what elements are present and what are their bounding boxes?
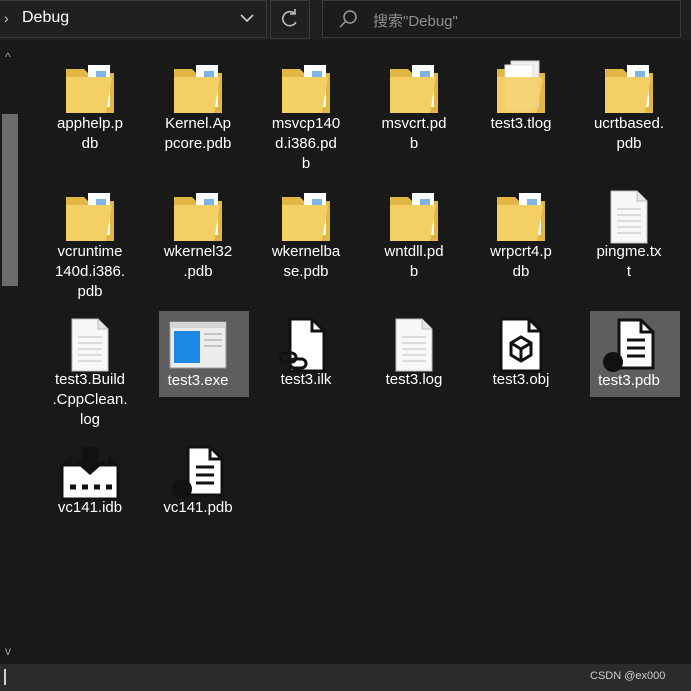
idb-file-icon	[60, 443, 120, 503]
file-item[interactable]: test3.obj	[476, 310, 566, 430]
file-item[interactable]: test3.Build .CppClean. log	[45, 310, 135, 430]
refresh-icon	[282, 9, 297, 27]
obj-file-icon	[491, 315, 551, 375]
file-item[interactable]: apphelp.p db	[45, 54, 135, 174]
status-bar: CSDN @ex000	[0, 664, 691, 691]
file-item[interactable]: vc141.idb	[45, 438, 135, 558]
folder-icon	[491, 187, 551, 247]
file-item[interactable]: vc141.pdb	[153, 438, 243, 558]
file-name: vc141.pdb	[163, 499, 233, 516]
scroll-down-arrow-icon[interactable]: v	[5, 644, 11, 658]
file-name: test3.pdb	[598, 372, 660, 389]
file-name: wkernel32 .pdb	[163, 243, 233, 280]
file-name: wntdll.pd b	[384, 243, 444, 280]
file-name: msvcp140 d.i386.pd b	[271, 115, 341, 172]
file-item[interactable]: msvcp140 d.i386.pd b	[261, 54, 351, 174]
file-item[interactable]: Kernel.Ap pcore.pdb	[153, 54, 243, 174]
file-item[interactable]: ucrtbased. pdb	[584, 54, 674, 174]
file-name: ucrtbased. pdb	[593, 115, 665, 152]
file-item[interactable]: test3.exe	[159, 311, 249, 397]
folder-icon	[384, 187, 444, 247]
scroll-thumb[interactable]	[2, 114, 18, 286]
scroll-up-arrow-icon[interactable]: ^	[5, 50, 11, 64]
file-name: msvcrt.pd b	[381, 115, 447, 152]
file-name: pingme.tx t	[596, 243, 662, 280]
file-item[interactable]: wrpcrt4.p db	[476, 182, 566, 302]
vertical-scrollbar[interactable]: ^ v	[0, 44, 20, 664]
file-item[interactable]: wntdll.pd b	[369, 182, 459, 302]
file-item[interactable]: test3.pdb	[590, 311, 680, 397]
watermark-text: CSDN @ex000	[590, 670, 666, 682]
top-toolbar: › Debug 搜索"Debug"	[0, 0, 691, 40]
file-item[interactable]: vcruntime 140d.i386. pdb	[45, 182, 135, 302]
address-path[interactable]: Debug	[22, 9, 69, 27]
pdb-file-icon	[599, 316, 659, 376]
text-file-icon	[599, 187, 659, 247]
file-name: vcruntime 140d.i386. pdb	[54, 243, 126, 300]
file-item[interactable]: test3.ilk	[261, 310, 351, 430]
text-file-icon	[60, 315, 120, 375]
exe-file-icon	[168, 316, 228, 376]
file-item[interactable]: pingme.tx t	[584, 182, 674, 302]
file-name: wrpcrt4.p db	[490, 243, 552, 280]
folder-icon	[276, 187, 336, 247]
file-name: apphelp.p db	[57, 115, 123, 152]
file-name: wkernelba se.pdb	[271, 243, 341, 280]
folder-icon	[168, 59, 228, 119]
search-input[interactable]: 搜索"Debug"	[322, 0, 681, 38]
file-name: test3.exe	[167, 372, 229, 389]
file-name: test3.ilk	[280, 371, 332, 388]
file-item[interactable]: wkernelba se.pdb	[261, 182, 351, 302]
file-name: test3.obj	[492, 371, 550, 388]
file-item[interactable]: msvcrt.pd b	[369, 54, 459, 174]
file-item[interactable]: wkernel32 .pdb	[153, 182, 243, 302]
folder-icon	[384, 59, 444, 119]
folder-icon	[60, 59, 120, 119]
folder-icon	[276, 59, 336, 119]
pdb-file-icon	[168, 443, 228, 503]
file-item[interactable]: test3.log	[369, 310, 459, 430]
folder-icon	[491, 59, 551, 119]
search-icon	[339, 10, 357, 28]
file-name: test3.log	[385, 371, 443, 388]
text-file-icon	[384, 315, 444, 375]
folder-icon	[168, 187, 228, 247]
chevron-right-icon[interactable]: ›	[4, 10, 9, 26]
search-placeholder: 搜索"Debug"	[373, 13, 458, 30]
chevron-down-icon[interactable]	[236, 7, 258, 29]
folder-icon	[60, 187, 120, 247]
ilk-file-icon	[276, 315, 336, 375]
file-name: test3.Build .CppClean. log	[52, 371, 128, 428]
file-name: vc141.idb	[57, 499, 123, 516]
address-bar[interactable]: › Debug	[0, 0, 267, 38]
refresh-button[interactable]	[270, 0, 310, 39]
status-divider	[4, 669, 6, 685]
folder-icon	[599, 59, 659, 119]
file-name: test3.tlog	[490, 115, 552, 132]
file-item[interactable]: test3.tlog	[476, 54, 566, 174]
file-name: Kernel.Ap pcore.pdb	[164, 115, 232, 152]
